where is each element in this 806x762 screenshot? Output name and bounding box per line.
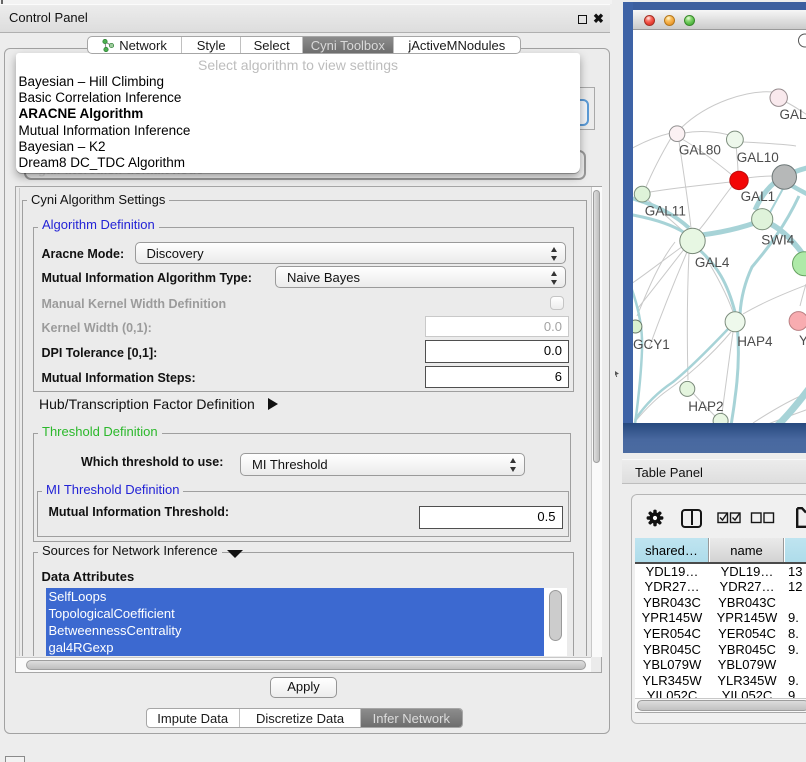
svg-text:GAL2: GAL2 — [780, 107, 806, 122]
svg-text:GAL4: GAL4 — [695, 255, 730, 270]
svg-text:SWI4: SWI4 — [761, 233, 794, 248]
svg-text:GAL80: GAL80 — [679, 143, 721, 158]
svg-text:GCY1: GCY1 — [633, 337, 670, 352]
svg-text:GAL1: GAL1 — [741, 189, 776, 204]
svg-text:GAL11: GAL11 — [645, 204, 686, 219]
svg-text:HAP2: HAP2 — [688, 399, 723, 414]
svg-text:HAP4: HAP4 — [737, 334, 773, 349]
svg-text:Y: Y — [799, 333, 806, 348]
svg-text:GAL10: GAL10 — [737, 150, 779, 165]
